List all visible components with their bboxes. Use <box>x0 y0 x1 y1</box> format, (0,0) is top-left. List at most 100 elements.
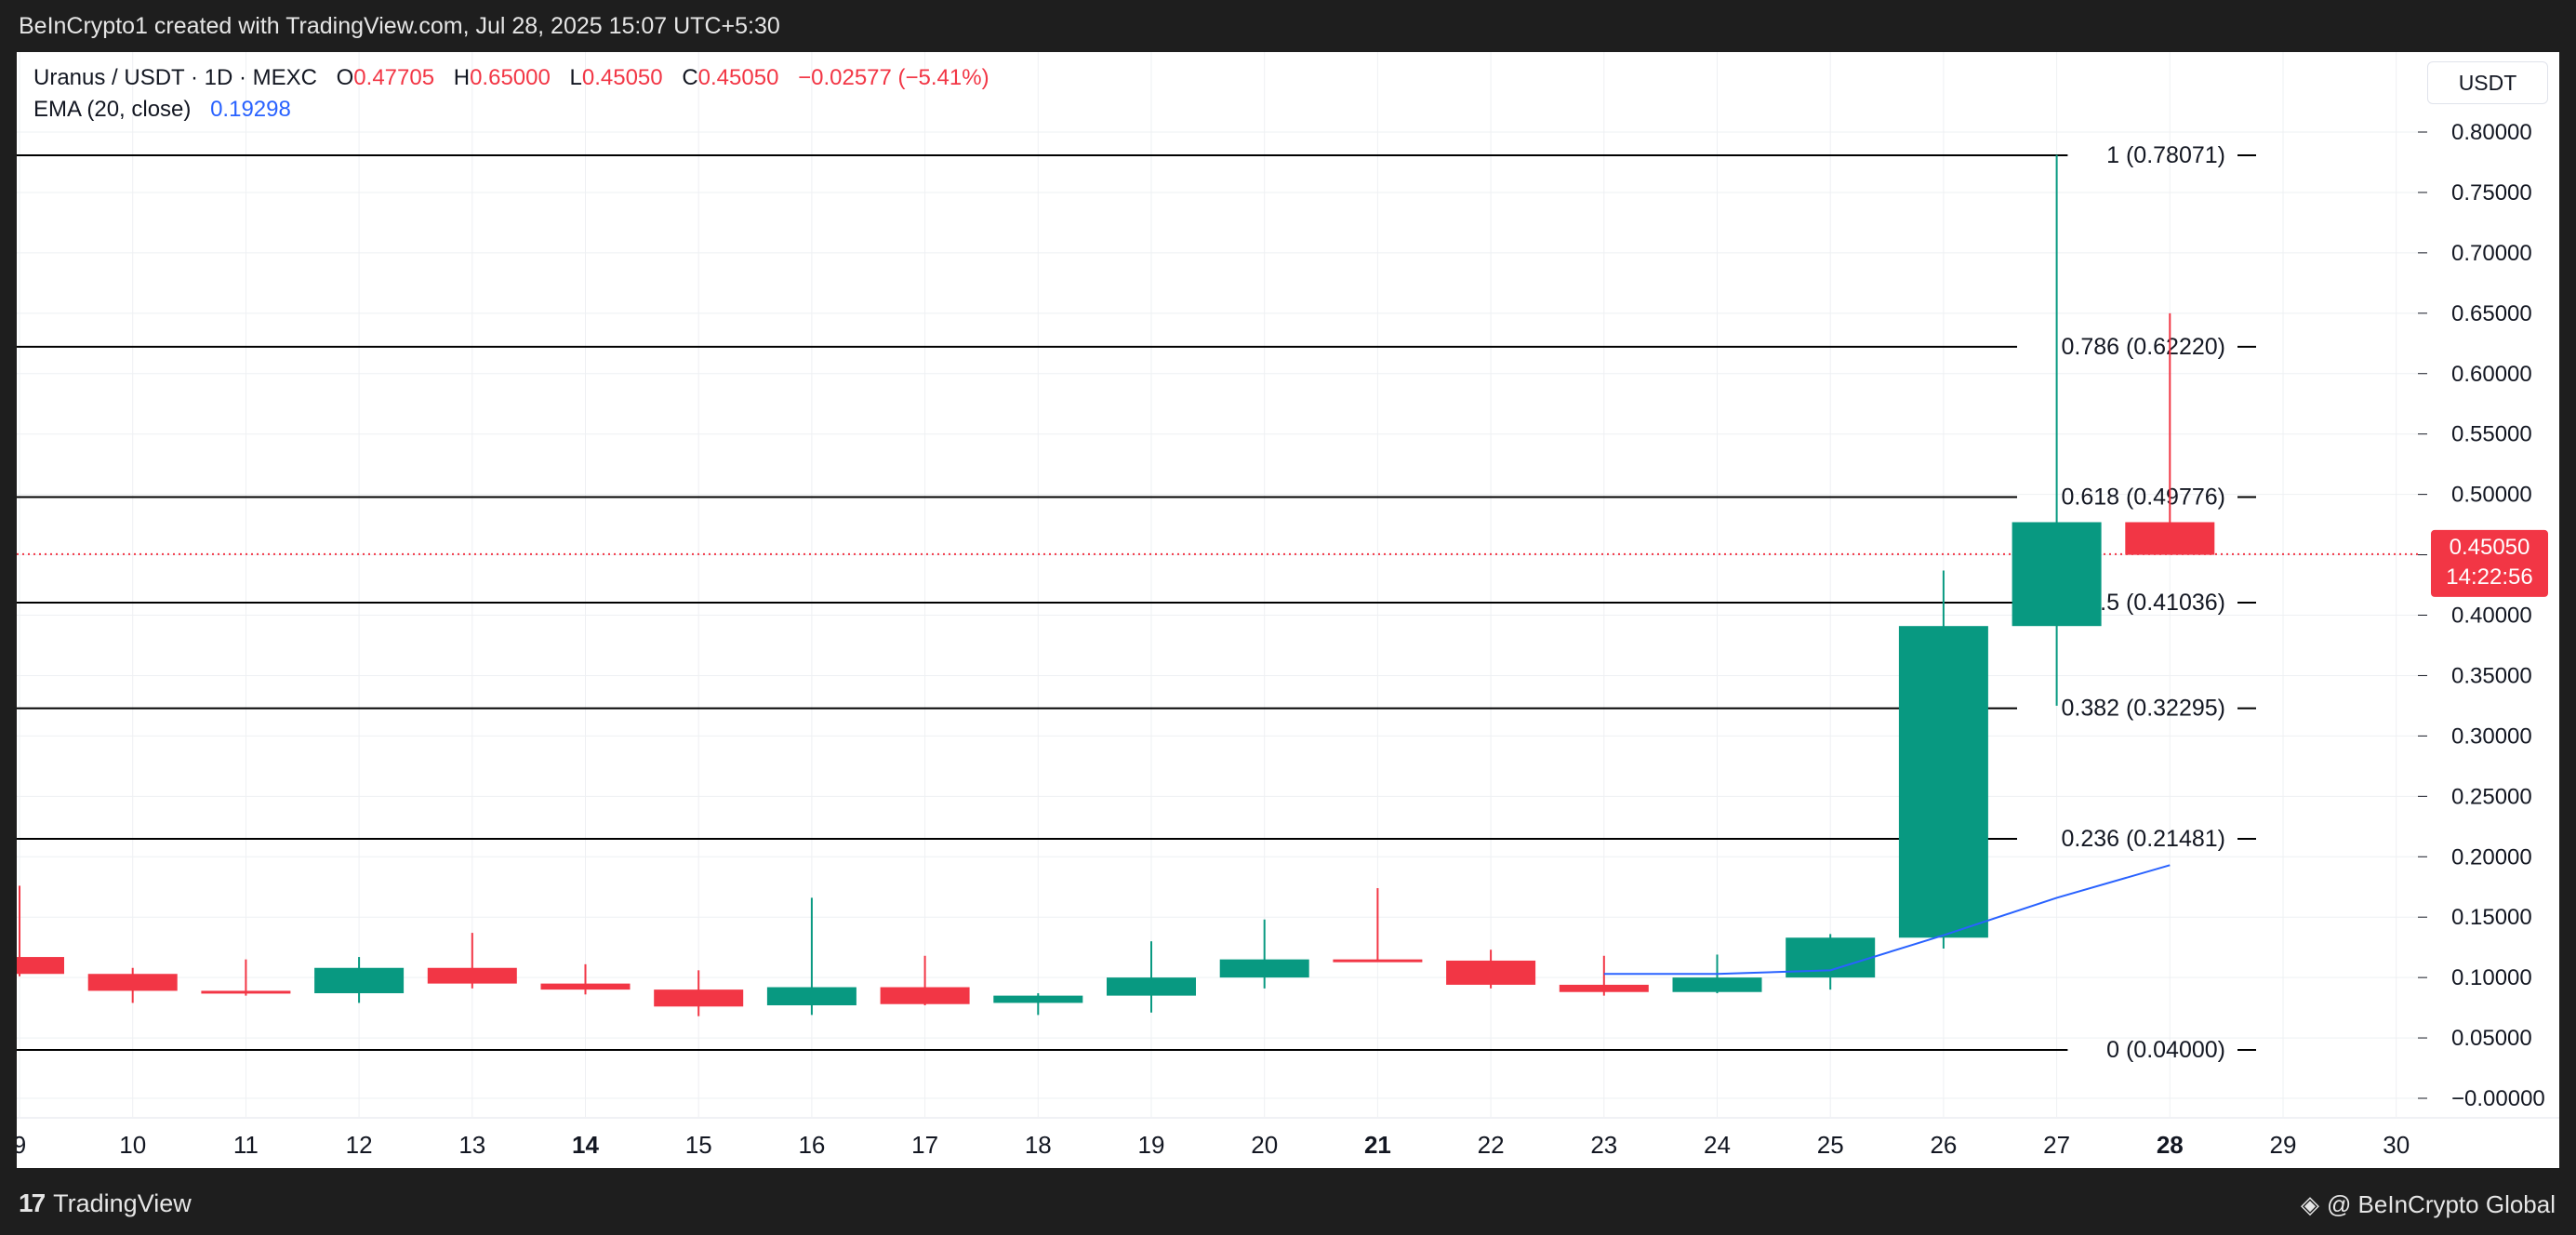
last-price-value: 0.45050 <box>2450 535 2530 560</box>
x-tick-label: 13 <box>458 1131 485 1159</box>
candle-body <box>993 995 1083 1003</box>
fib-label: 0.5 (0.41036) <box>2087 590 2225 616</box>
y-tick-label: 0.25000 <box>2451 784 2532 809</box>
x-tick-label: 16 <box>798 1131 825 1159</box>
chart-window: BeInCrypto1 created with TradingView.com… <box>0 0 2576 1235</box>
candle-body <box>1446 960 1536 985</box>
close-label: C <box>682 65 698 90</box>
candle-body <box>766 987 856 1006</box>
x-tick-label: 27 <box>2043 1131 2070 1159</box>
symbol-name[interactable]: Uranus / USDT · 1D · MEXC <box>33 65 317 90</box>
fib-label: 0.236 (0.21481) <box>2061 826 2225 852</box>
candle <box>1107 941 1196 1013</box>
open-label: O <box>336 65 354 90</box>
x-tick-label: 20 <box>1251 1131 1278 1159</box>
candle-body <box>17 957 64 975</box>
bottom-bar: 17 TradingView ◈ @ BeInCrypto Global <box>0 1168 2576 1235</box>
fib-label: 0.618 (0.49776) <box>2061 485 2225 511</box>
x-tick-label: 24 <box>1704 1131 1731 1159</box>
y-tick-label: 0.75000 <box>2451 180 2532 206</box>
close-value: 0.45050 <box>697 65 779 90</box>
y-tick-label: 0.40000 <box>2451 604 2532 629</box>
x-tick-label: 30 <box>2383 1131 2410 1159</box>
ema-line <box>1603 864 2171 976</box>
brand-text: @ BeInCrypto Global <box>2326 1190 2556 1218</box>
x-tick-label: 28 <box>2157 1131 2184 1159</box>
x-tick-label: 14 <box>572 1131 599 1159</box>
x-tick-label: 11 <box>233 1131 259 1159</box>
last-price-countdown: 14:22:56 <box>2446 564 2532 590</box>
x-tick-label: 26 <box>1930 1131 1957 1159</box>
candle <box>17 885 64 976</box>
candle <box>1559 955 1649 996</box>
y-tick-label: 0.30000 <box>2451 724 2532 749</box>
x-tick-label: 23 <box>1590 1131 1617 1159</box>
y-tick-label: 0.60000 <box>2451 362 2532 387</box>
candle <box>1333 888 1423 963</box>
candle-body <box>1559 984 1649 992</box>
high-value: 0.65000 <box>470 65 551 90</box>
candle-body <box>1672 977 1762 992</box>
x-tick-label: 21 <box>1364 1131 1391 1159</box>
candle <box>314 957 405 1003</box>
beincrypto-brand: ◈ @ BeInCrypto Global <box>2301 1190 2556 1219</box>
chart-credit: BeInCrypto1 created with TradingView.com… <box>19 13 780 39</box>
price-chart[interactable]: 1 (0.78071) 0.786 (0.62220) 0.618 (0.49776… <box>17 52 2559 1168</box>
candle <box>766 897 856 1016</box>
x-tick-label: 17 <box>911 1131 938 1159</box>
x-tick-label: 18 <box>1025 1131 1052 1159</box>
tradingview-logo-icon: 17 <box>19 1189 46 1217</box>
fib-label: 0.786 (0.62220) <box>2061 334 2225 360</box>
candle-body <box>314 967 405 994</box>
candle <box>540 963 631 995</box>
candle-body <box>1107 977 1196 996</box>
candle-body <box>201 990 291 994</box>
candle <box>1898 570 1988 949</box>
x-tick-label: 15 <box>685 1131 712 1159</box>
candle-body <box>540 983 631 990</box>
y-tick-label: 0.80000 <box>2451 120 2532 145</box>
candle <box>2012 154 2102 706</box>
low-label: L <box>569 65 582 90</box>
candle-body <box>87 974 178 991</box>
x-tick-label: 25 <box>1817 1131 1844 1159</box>
ema-legend[interactable]: EMA (20, close) 0.19298 <box>33 97 291 123</box>
x-tick-label: 10 <box>119 1131 146 1159</box>
tradingview-logo-text: TradingView <box>53 1189 192 1217</box>
y-tick-label: 0.20000 <box>2451 844 2532 870</box>
candle <box>87 967 178 1003</box>
low-value: 0.45050 <box>581 65 663 90</box>
open-value: 0.47705 <box>353 65 435 90</box>
candle <box>1219 919 1309 989</box>
y-tick-label: 0.10000 <box>2451 965 2532 990</box>
y-tick-label: 0.65000 <box>2451 301 2532 326</box>
candle-body <box>2012 522 2102 627</box>
high-label: H <box>453 65 471 90</box>
change-value: −0.02577 (−5.41%) <box>798 65 989 90</box>
chart-panel[interactable]: 1 (0.78071) 0.786 (0.62220) 0.618 (0.49776… <box>17 52 2559 1168</box>
tradingview-logo[interactable]: 17 TradingView <box>19 1189 192 1218</box>
x-tick-label: 19 <box>1138 1131 1165 1159</box>
y-tick-label: 0.50000 <box>2451 483 2532 508</box>
currency-selector[interactable]: USDT <box>2427 61 2548 104</box>
candles <box>17 154 2418 1016</box>
y-tick-label: 0.35000 <box>2451 663 2532 688</box>
candle-body <box>2125 522 2215 555</box>
fib-label: 0.382 (0.32295) <box>2061 696 2225 722</box>
fib-label: 0 (0.04000) <box>2106 1037 2225 1063</box>
diamond-icon: ◈ <box>2300 1190 2319 1218</box>
candle-body <box>1898 626 1988 938</box>
candle-body <box>1333 959 1423 963</box>
candle-body <box>1219 959 1309 978</box>
x-tick-label: 12 <box>346 1131 373 1159</box>
candle-body <box>880 987 970 1004</box>
y-tick-label: 0.55000 <box>2451 422 2532 447</box>
ema-label[interactable]: EMA (20, close) <box>33 97 191 122</box>
candle <box>1786 934 1876 990</box>
candle <box>1446 949 1536 989</box>
candle <box>993 993 1083 1016</box>
symbol-legend[interactable]: Uranus / USDT · 1D · MEXC O0.47705 H0.65… <box>33 65 989 91</box>
candle <box>880 955 970 1006</box>
candle <box>427 933 517 989</box>
y-tick-label: 0.70000 <box>2451 241 2532 266</box>
